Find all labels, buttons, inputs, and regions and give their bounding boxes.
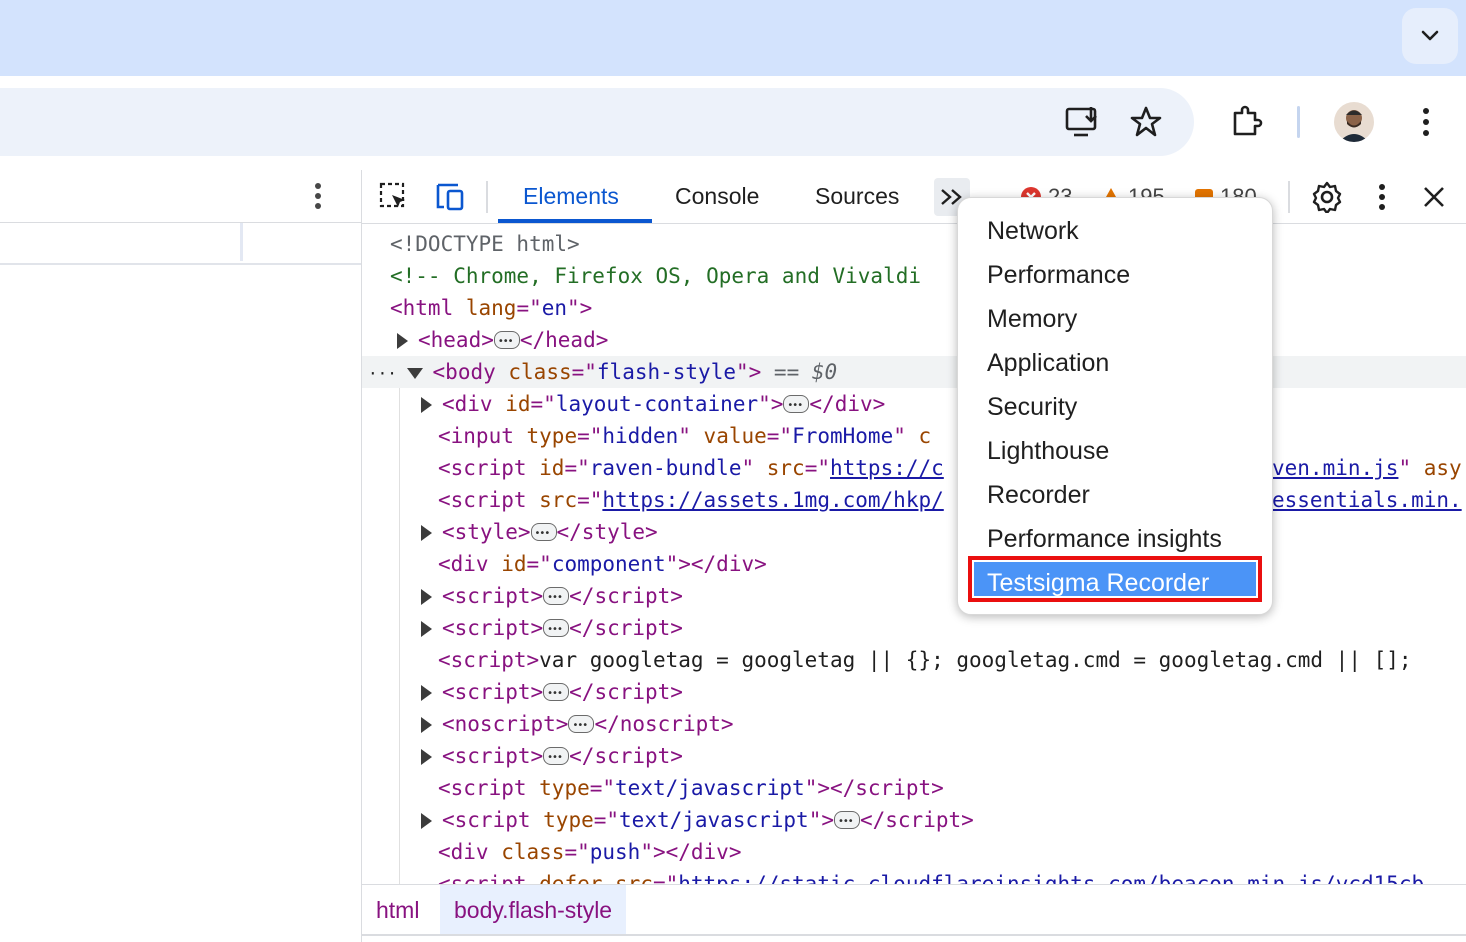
breadcrumb: html body.flash-style (362, 884, 1466, 935)
tree-node[interactable]: <style></style> (421, 516, 1466, 550)
ellipsis-badge[interactable] (783, 390, 810, 422)
menu-item-performance[interactable]: Performance (987, 255, 1130, 295)
ellipsis-badge[interactable] (543, 742, 570, 774)
tab-console[interactable]: Console (675, 170, 759, 223)
install-app-icon[interactable] (1062, 102, 1102, 142)
tree-node-selected[interactable]: ··· <body class="flash-style"> == $0 (368, 356, 1466, 388)
breadcrumb-body[interactable]: body.flash-style (440, 885, 627, 935)
toolbar-separator (1297, 106, 1300, 138)
menu-item-security[interactable]: Security (987, 387, 1077, 427)
ellipsis-badge[interactable] (568, 710, 595, 742)
expand-triangle-icon[interactable] (421, 397, 432, 413)
tree-node[interactable]: <script defer src="https://static.cloudf… (438, 868, 1466, 884)
collapse-triangle-icon[interactable] (406, 367, 423, 379)
tree-node[interactable]: <!DOCTYPE html> (390, 228, 1466, 260)
ellipsis-badge[interactable] (530, 518, 557, 550)
device-toolbar-icon[interactable] (430, 179, 470, 215)
left-panel (0, 170, 362, 942)
expand-triangle-icon[interactable] (421, 589, 432, 605)
more-vertical-icon[interactable] (300, 180, 336, 212)
tree-node-tail[interactable]: essentials.min. (1272, 484, 1466, 516)
elements-tree: <!DOCTYPE html> <!-- Chrome, Firefox OS,… (362, 224, 1466, 884)
browser-tab-strip (0, 0, 1466, 76)
ellipsis-badge[interactable] (543, 678, 570, 710)
menu-item-network[interactable]: Network (987, 211, 1079, 251)
divider (362, 934, 1466, 936)
expand-triangle-icon[interactable] (421, 813, 432, 829)
tree-node[interactable]: <noscript></noscript> (421, 708, 1466, 742)
resize-handle[interactable] (240, 223, 243, 261)
menu-item-application[interactable]: Application (987, 343, 1109, 383)
menu-item-recorder[interactable]: Recorder (987, 475, 1090, 515)
ellipsis-badge[interactable] (543, 614, 570, 646)
more-vertical-icon[interactable] (1408, 102, 1444, 142)
tree-node[interactable]: <script></script> (421, 676, 1466, 710)
browser-toolbar (0, 76, 1466, 170)
tab-elements[interactable]: Elements (523, 170, 619, 223)
toolbar-divider (1288, 181, 1290, 213)
ellipsis-badge[interactable] (543, 582, 570, 614)
tree-node[interactable]: <div id="component"></div> (438, 548, 1466, 580)
menu-item-testsigma-recorder[interactable]: Testsigma Recorder (987, 563, 1209, 603)
tree-node[interactable]: <script type="text/javascript"></script> (438, 772, 1466, 804)
expand-triangle-icon[interactable] (421, 525, 432, 541)
gear-icon[interactable] (1308, 178, 1346, 216)
devtools-panel: Elements Console Sources 23 195 180 <!DO… (362, 170, 1466, 942)
devtools-toolbar: Elements Console Sources 23 195 180 (362, 170, 1466, 224)
indent-guide (399, 388, 400, 884)
menu-item-performance-insights[interactable]: Performance insights (987, 519, 1222, 559)
expand-triangle-icon[interactable] (397, 333, 408, 349)
profile-avatar[interactable] (1334, 102, 1374, 142)
chevron-down-icon (1421, 30, 1439, 41)
more-tabs-menu: Network Performance Memory Application S… (957, 197, 1273, 615)
ellipsis-badge[interactable] (493, 326, 520, 358)
tree-node[interactable]: <script type="text/javascript"></script> (421, 804, 1466, 838)
left-panel-subheader (0, 223, 361, 265)
expand-triangle-icon[interactable] (421, 685, 432, 701)
tree-node[interactable]: <div class="push"></div> (438, 836, 1466, 868)
tree-node[interactable]: <html lang="en"> (390, 292, 1466, 324)
address-bar[interactable] (0, 88, 1194, 156)
active-tab-indicator (498, 219, 652, 223)
tree-node[interactable]: <script></script> (421, 580, 1466, 614)
ellipsis-badge[interactable] (833, 806, 860, 838)
bookmark-star-icon[interactable] (1126, 102, 1166, 142)
expand-triangle-icon[interactable] (421, 621, 432, 637)
tree-node[interactable]: <script>var googletag = googletag || {};… (438, 644, 1466, 676)
tree-node[interactable]: <script></script> (421, 612, 1466, 646)
tree-node[interactable]: <!-- Chrome, Firefox OS, Opera and Vival… (390, 260, 1466, 292)
tree-node[interactable]: <input type="hidden" value="FromHome" c (438, 420, 1466, 452)
menu-item-lighthouse[interactable]: Lighthouse (987, 431, 1109, 471)
more-vertical-icon[interactable] (1366, 180, 1398, 214)
expand-triangle-icon[interactable] (421, 749, 432, 765)
tree-node[interactable]: <head></head> (397, 324, 1466, 358)
tab-sources[interactable]: Sources (815, 170, 899, 223)
left-panel-header (0, 170, 361, 223)
menu-item-memory[interactable]: Memory (987, 299, 1077, 339)
tab-search-button[interactable] (1402, 8, 1458, 64)
breadcrumb-html[interactable]: html (362, 885, 433, 935)
tree-node[interactable]: <div id="layout-container"></div> (421, 388, 1466, 422)
inspect-element-icon[interactable] (376, 179, 412, 215)
toolbar-divider (486, 181, 488, 213)
tree-node-tail[interactable]: ven.min.js" asy (1272, 452, 1466, 484)
extensions-icon[interactable] (1226, 102, 1266, 142)
expand-triangle-icon[interactable] (421, 717, 432, 733)
close-icon[interactable] (1416, 180, 1452, 214)
tree-node[interactable]: <script></script> (421, 740, 1466, 774)
